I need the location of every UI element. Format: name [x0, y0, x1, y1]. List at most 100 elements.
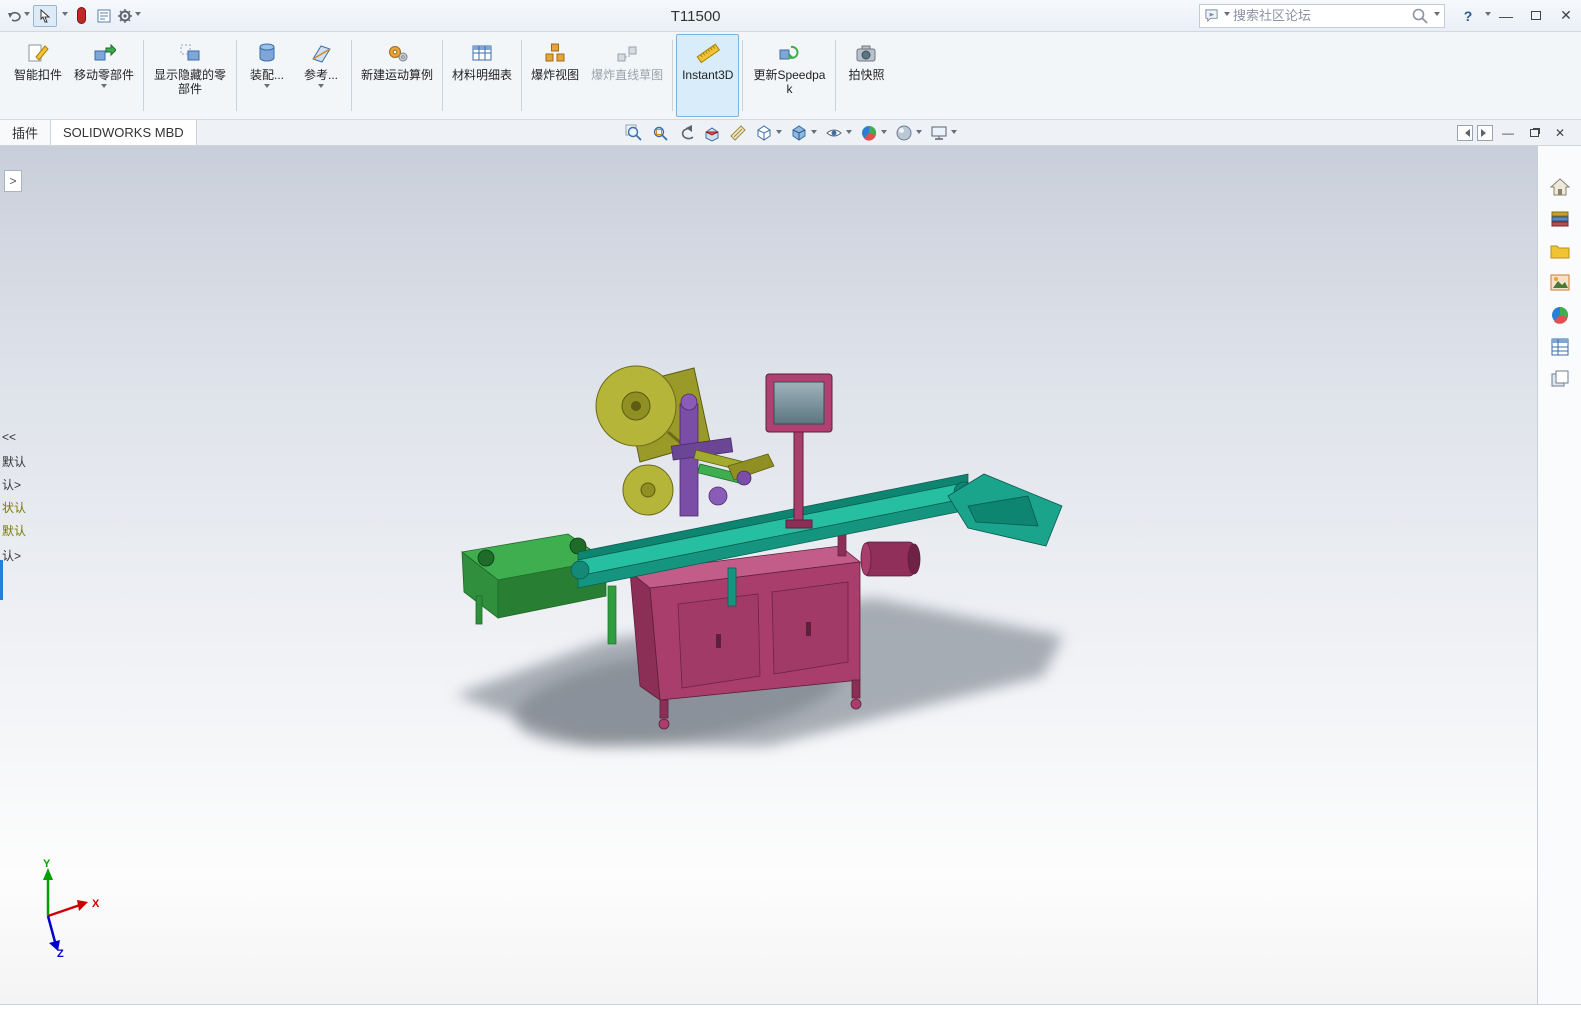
triad-z-label: Z: [57, 948, 64, 958]
select-cursor-icon[interactable]: [33, 4, 57, 27]
instant3d-icon: [695, 38, 721, 68]
smart-fasteners-icon: [26, 38, 50, 68]
tab-addins[interactable]: 插件: [0, 120, 52, 145]
coordinate-triad: Y X Z: [43, 858, 100, 958]
view-orientation-icon: [757, 125, 770, 141]
chevron-down-icon: [845, 129, 852, 137]
explode-line-sketch-icon: [615, 38, 639, 68]
feature-tree-fragment[interactable]: <<: [2, 430, 16, 444]
close-button[interactable]: ✕: [1551, 0, 1581, 32]
doc-restore-button[interactable]: [1523, 124, 1545, 142]
file-explorer-icon[interactable]: [1546, 238, 1574, 264]
ribbon-button-assembly-features[interactable]: 装配...: [240, 34, 294, 117]
graphics-viewport[interactable]: > << 默认 认> 状认 默认 认> Y X Z: [0, 146, 1537, 1004]
zoom-area-button[interactable]: [648, 122, 672, 144]
ribbon-separator: [143, 40, 145, 111]
labeling-head: [670, 393, 775, 517]
view-orientation-button[interactable]: [752, 122, 785, 144]
command-manager-ribbon: 智能扣件 移动零部件 显示隐藏的零部件 装配... 参考... 新建运动算例 材…: [0, 32, 1581, 120]
reference-geometry-icon: [309, 38, 333, 68]
ribbon-button-update-speedpak[interactable]: 更新Speedpak: [746, 34, 832, 117]
view-palette-icon[interactable]: [1546, 270, 1574, 296]
ribbon-button-take-snapshot[interactable]: 拍快照: [839, 34, 893, 117]
ribbon-button-label: 移动零部件: [74, 68, 135, 82]
zoom-fit-button[interactable]: [622, 122, 646, 144]
doc-close-button[interactable]: ✕: [1549, 124, 1571, 142]
previous-view-icon: [681, 125, 694, 140]
assembly-model-3d[interactable]: [428, 346, 1108, 776]
feature-tree-fragment[interactable]: 默认: [2, 522, 26, 539]
tab-solidworks-mbd[interactable]: SOLIDWORKS MBD: [51, 120, 197, 145]
ribbon-button-label: 爆炸直线草图: [591, 68, 664, 82]
ribbon-button-move-component[interactable]: 移动零部件: [68, 34, 140, 117]
feature-tree-expand-button[interactable]: >: [4, 170, 22, 192]
chevron-down-icon: [135, 12, 141, 19]
search-input[interactable]: [1233, 8, 1408, 23]
chevron-down-icon: [950, 129, 957, 137]
record-pill-icon[interactable]: [71, 5, 91, 27]
doc-nav-right-button[interactable]: [1477, 124, 1493, 141]
annotation-icon: [729, 125, 746, 141]
update-speedpak-icon: [777, 38, 801, 68]
display-style-button[interactable]: [787, 122, 820, 144]
arrow-right-icon: [1480, 128, 1490, 137]
doc-minimize-button[interactable]: —: [1497, 124, 1519, 142]
design-library-icon[interactable]: [1546, 206, 1574, 232]
section-view-button[interactable]: [700, 122, 724, 144]
ribbon-button-instant3d[interactable]: Instant3D: [676, 34, 740, 117]
previous-view-button[interactable]: [674, 122, 698, 144]
properties-list-icon[interactable]: [94, 5, 114, 27]
chevron-down-icon[interactable]: [1434, 12, 1440, 19]
ribbon-button-label: Instant3D: [682, 68, 734, 82]
ribbon-button-label: 智能扣件: [14, 68, 63, 82]
exploded-view-icon: [543, 38, 567, 68]
undo-icon[interactable]: [6, 5, 30, 27]
ribbon-button-smart-fasteners[interactable]: 智能扣件: [8, 34, 68, 117]
bill-of-materials-icon: [470, 38, 494, 68]
feature-tree-fragment[interactable]: 状认: [2, 499, 26, 516]
ribbon-button-label: 爆炸视图: [531, 68, 580, 82]
custom-properties-icon[interactable]: [1546, 334, 1574, 360]
document-window-controls: — ✕: [1457, 120, 1581, 145]
gear-icon[interactable]: [117, 5, 141, 27]
feature-tree-fragment[interactable]: 默认: [2, 453, 26, 470]
hide-show-items-button[interactable]: [822, 122, 855, 144]
edit-appearance-button[interactable]: [857, 122, 890, 144]
chevron-down-icon: [915, 129, 922, 137]
title-bar: T11500 ? — ✕: [0, 0, 1581, 32]
view-settings-button[interactable]: [927, 122, 960, 144]
triad-y-label: Y: [43, 858, 51, 870]
maximize-button[interactable]: [1521, 0, 1551, 32]
chat-bubble-icon: [1205, 9, 1218, 23]
apply-scene-button[interactable]: [892, 122, 925, 144]
ribbon-button-new-motion-study[interactable]: 新建运动算例: [355, 34, 439, 117]
ribbon-separator: [835, 40, 837, 111]
annotation-view-button[interactable]: [726, 122, 750, 144]
chevron-down-icon: [775, 129, 782, 137]
panel-splitter-handle[interactable]: [0, 560, 3, 600]
document-panels-icon[interactable]: [1546, 366, 1574, 392]
ribbon-button-bill-of-materials[interactable]: 材料明细表: [446, 34, 518, 117]
zoom-area-icon: [653, 126, 668, 141]
appearances-icon[interactable]: [1546, 302, 1574, 328]
ribbon-separator: [742, 40, 744, 111]
community-search-box[interactable]: [1199, 3, 1445, 28]
home-icon[interactable]: [1546, 174, 1574, 200]
ribbon-button-label: 装配...: [250, 68, 285, 82]
ribbon-button-show-hidden-components[interactable]: 显示隐藏的零部件: [147, 34, 233, 117]
chevron-down-icon: [264, 84, 271, 91]
feature-tree-fragment[interactable]: 认>: [2, 476, 21, 493]
search-icon[interactable]: [1411, 7, 1429, 25]
chevron-down-icon: [24, 12, 30, 19]
chevron-down-icon: [318, 84, 325, 91]
doc-nav-left-button[interactable]: [1457, 124, 1473, 141]
ribbon-button-reference-geometry[interactable]: 参考...: [294, 34, 348, 117]
ribbon-button-exploded-view[interactable]: 爆炸视图: [525, 34, 585, 117]
triad-x-label: X: [92, 898, 100, 910]
ribbon-button-explode-line-sketch: 爆炸直线草图: [585, 34, 669, 117]
minimize-button[interactable]: —: [1491, 0, 1521, 32]
chevron-down-icon[interactable]: [1224, 12, 1230, 19]
feature-tree-fragment[interactable]: 认>: [2, 547, 21, 564]
help-button[interactable]: ?: [1453, 0, 1483, 32]
chevron-down-icon[interactable]: [62, 12, 68, 19]
